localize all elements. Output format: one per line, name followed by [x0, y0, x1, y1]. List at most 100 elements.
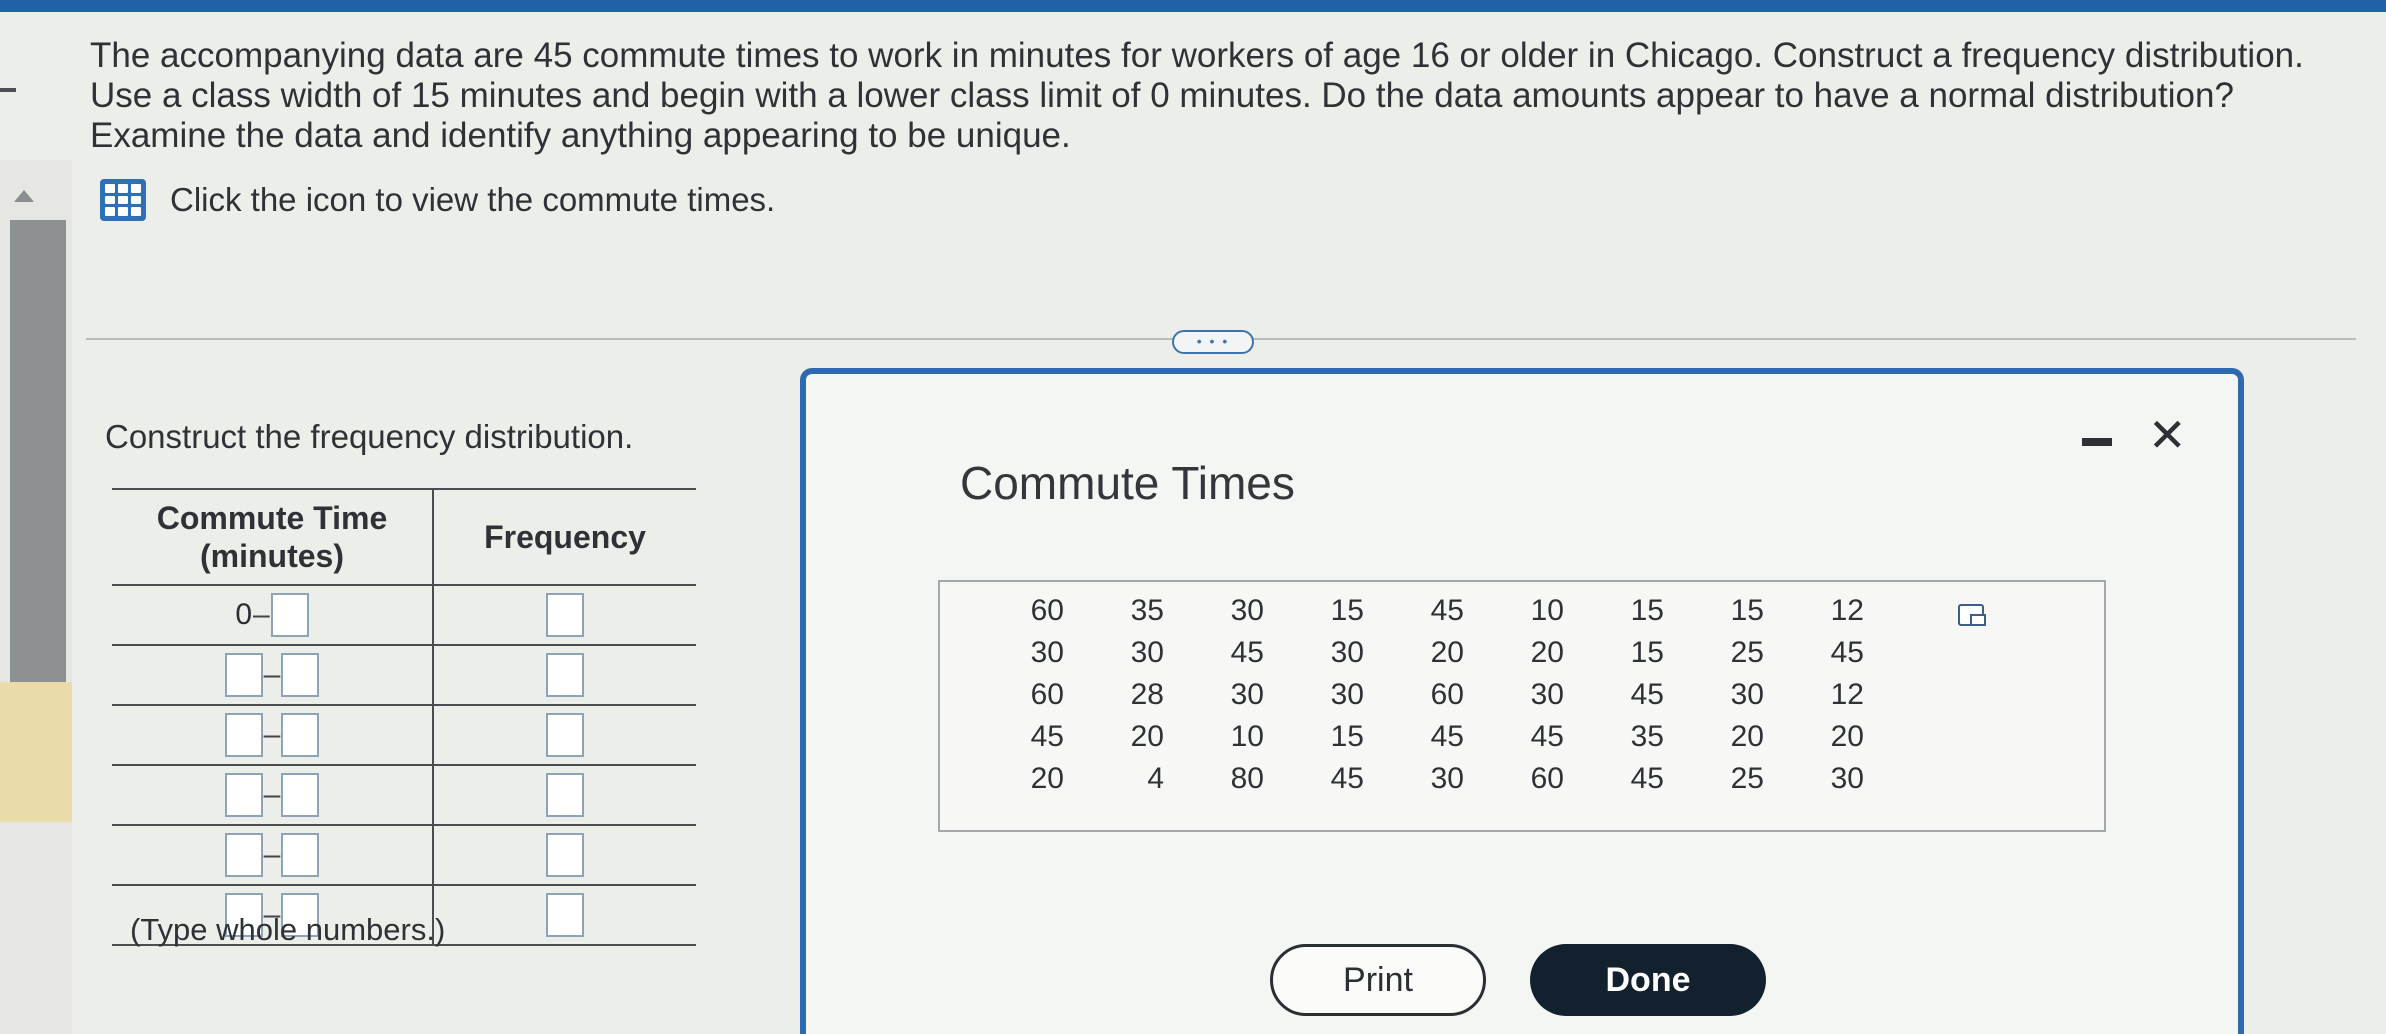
- upper-limit-input[interactable]: [281, 713, 320, 757]
- data-cell: 30: [1330, 636, 1364, 669]
- frequency-cell: [433, 825, 696, 886]
- lower-limit-fixed: 0: [235, 598, 252, 631]
- table-row: –: [112, 825, 696, 886]
- data-cell: 35: [1130, 594, 1164, 627]
- question-prompt: The accompanying data are 45 commute tim…: [90, 36, 2360, 156]
- range-dash: –: [253, 598, 270, 631]
- data-icon-row[interactable]: Click the icon to view the commute times…: [100, 178, 775, 222]
- data-cell: 35: [1630, 720, 1664, 753]
- data-cell: 20: [1130, 720, 1164, 753]
- frequency-input[interactable]: [546, 833, 584, 877]
- table-row: –: [112, 645, 696, 706]
- range-dash: –: [263, 778, 281, 811]
- lower-limit-input[interactable]: [224, 653, 263, 697]
- data-cell: 25: [1730, 636, 1764, 669]
- top-banner: [0, 0, 2386, 12]
- table-row: –: [112, 765, 696, 826]
- lower-limit-input[interactable]: [224, 773, 263, 817]
- data-cell: 15: [1330, 594, 1364, 627]
- close-icon[interactable]: ✕: [2148, 412, 2187, 458]
- data-cell: 30: [1330, 678, 1364, 711]
- class-limits-cell: –: [112, 765, 434, 826]
- data-cell: 25: [1730, 762, 1764, 795]
- frequency-cell: [433, 645, 696, 706]
- scrollbar-thumb[interactable]: [10, 220, 66, 682]
- data-cell: 60: [1030, 678, 1064, 711]
- data-cell: 28: [1130, 678, 1164, 711]
- data-cell: 20: [1030, 762, 1064, 795]
- data-cell: 20: [1730, 720, 1764, 753]
- upper-limit-input[interactable]: [270, 593, 309, 637]
- data-cell: 30: [1730, 678, 1764, 711]
- data-cell: 45: [1330, 762, 1364, 795]
- header-frequency: Frequency: [433, 488, 696, 586]
- data-cell: 45: [1630, 762, 1664, 795]
- data-cell: 15: [1630, 594, 1664, 627]
- frequency-cell: [433, 705, 696, 766]
- frequency-input[interactable]: [546, 653, 584, 697]
- collapse-dash[interactable]: [0, 88, 16, 92]
- frequency-cell: [433, 585, 696, 646]
- frequency-input[interactable]: [546, 593, 584, 637]
- data-cell: 20: [1530, 636, 1564, 669]
- table-row: –: [112, 705, 696, 766]
- data-cell: 60: [1430, 678, 1464, 711]
- data-cell: 45: [1430, 594, 1464, 627]
- data-cell: 15: [1630, 636, 1664, 669]
- data-cell: 10: [1230, 720, 1264, 753]
- data-cell: 60: [1030, 594, 1064, 627]
- table-grid-icon[interactable]: [100, 179, 146, 221]
- upper-limit-input[interactable]: [281, 773, 320, 817]
- expand-more-button[interactable]: • • •: [1172, 330, 1254, 354]
- done-button[interactable]: Done: [1530, 944, 1766, 1016]
- data-cell: 30: [1030, 636, 1064, 669]
- data-cell: 12: [1830, 678, 1864, 711]
- minimize-icon[interactable]: [2082, 438, 2112, 446]
- print-button[interactable]: Print: [1270, 944, 1486, 1016]
- data-cell: 10: [1530, 594, 1564, 627]
- class-limits-cell: –: [112, 705, 434, 766]
- data-cell: 45: [1830, 636, 1864, 669]
- commute-data-table: 60 35 30 15 45 10 15 15 12 30 30 45 30 20 20 15 25 45 60 28…: [938, 580, 2106, 832]
- frequency-input[interactable]: [546, 713, 584, 757]
- commute-times-dialog: ✕ Commute Times 60 35 30 15 45 10 15 15 12 30 30 45…: [800, 368, 2244, 1034]
- data-cell: 45: [1530, 720, 1564, 753]
- dialog-title: Commute Times: [960, 457, 1295, 509]
- range-dash: –: [263, 718, 281, 751]
- data-cell: 20: [1830, 720, 1864, 753]
- construct-instruction: Construct the frequency distribution.: [105, 418, 634, 455]
- data-cell: 30: [1430, 762, 1464, 795]
- data-cell: 45: [1230, 636, 1264, 669]
- range-dash: –: [263, 658, 281, 691]
- lower-limit-input[interactable]: [224, 713, 263, 757]
- data-cell: 80: [1230, 762, 1264, 795]
- data-cell: 45: [1630, 678, 1664, 711]
- data-cell: 45: [1030, 720, 1064, 753]
- data-cell: 30: [1130, 636, 1164, 669]
- data-cell: 15: [1330, 720, 1364, 753]
- frequency-table: Commute Time (minutes) Frequency 0– – – …: [112, 488, 696, 946]
- data-cell: 4: [1147, 762, 1164, 795]
- data-cell: 30: [1830, 762, 1864, 795]
- scroll-track-highlight: [0, 682, 72, 822]
- upper-limit-input[interactable]: [281, 653, 320, 697]
- lower-limit-input[interactable]: [224, 833, 263, 877]
- data-cell: 20: [1430, 636, 1464, 669]
- frequency-cell: [433, 885, 696, 946]
- frequency-input[interactable]: [546, 893, 584, 937]
- class-limits-cell: 0–: [112, 585, 434, 646]
- upper-limit-input[interactable]: [281, 833, 320, 877]
- header-commute-time: Commute Time (minutes): [112, 488, 434, 586]
- data-cell: 30: [1230, 678, 1264, 711]
- data-cell: 15: [1730, 594, 1764, 627]
- scroll-up-arrow-icon[interactable]: [14, 190, 34, 202]
- range-dash: –: [263, 838, 281, 871]
- copy-to-clipboard-icon[interactable]: [1958, 604, 1986, 626]
- type-whole-numbers-hint: (Type whole numbers.): [130, 912, 446, 947]
- class-limits-cell: –: [112, 645, 434, 706]
- data-cell: 12: [1830, 594, 1864, 627]
- data-cell: 60: [1530, 762, 1564, 795]
- frequency-cell: [433, 765, 696, 826]
- table-row: 0–: [112, 585, 696, 646]
- frequency-input[interactable]: [546, 773, 584, 817]
